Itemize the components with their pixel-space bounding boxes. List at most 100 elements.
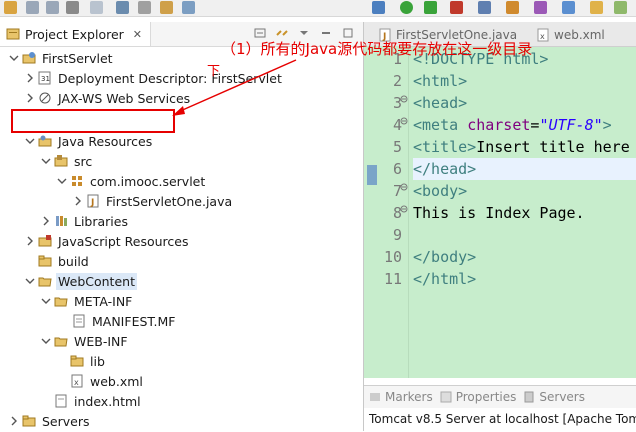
code-token: charset [467, 116, 531, 134]
folder-icon [22, 415, 36, 427]
tree-item-index[interactable]: index.html [54, 391, 143, 411]
code-token: Insert title here [476, 138, 630, 156]
code-line-3[interactable]: <head> [413, 92, 467, 114]
deployment-descriptor-icon: 31 [38, 71, 51, 85]
tab-web-xml[interactable]: x web.xml [530, 25, 611, 45]
search-icon[interactable] [116, 1, 129, 14]
print-icon[interactable] [66, 1, 79, 14]
code-line-6[interactable]: </head> [413, 158, 636, 180]
chevron-right-icon[interactable] [8, 415, 20, 427]
chevron-right-icon[interactable] [24, 235, 36, 247]
code-line-2[interactable]: <html> [413, 70, 467, 92]
tree-item-build[interactable]: build [38, 251, 91, 271]
tree-item-src[interactable]: src [40, 151, 94, 171]
code-token: "UTF-8" [539, 116, 603, 134]
project-explorer-panel: Project Explorer ✕ FirstServlet 31 Deplo… [0, 22, 364, 431]
new-class-icon[interactable] [562, 1, 575, 14]
chevron-down-icon[interactable] [40, 295, 52, 307]
chevron-down-icon[interactable] [40, 335, 52, 347]
chevron-down-icon[interactable] [56, 175, 68, 187]
new-icon[interactable] [4, 1, 17, 14]
save-icon[interactable] [26, 1, 39, 14]
tab-properties[interactable]: Properties [439, 390, 517, 404]
open-type-icon[interactable] [614, 1, 627, 14]
chevron-right-icon[interactable] [24, 92, 36, 104]
tree-item-servers[interactable]: Servers [8, 411, 92, 431]
code-line-8[interactable]: This is Index Page. [413, 202, 585, 224]
code-line-4[interactable]: <meta charset="UTF-8"> [413, 114, 612, 136]
tab-label: Properties [455, 390, 517, 404]
open-icon[interactable] [90, 1, 103, 14]
chevron-down-icon[interactable] [8, 52, 20, 64]
tree-label: web.xml [90, 373, 143, 389]
chevron-down-icon[interactable] [24, 135, 36, 147]
tree-item-webcontent[interactable]: WebContent [24, 271, 137, 291]
toggle-icon[interactable] [138, 1, 151, 14]
code-line-10[interactable]: </body> [413, 246, 476, 268]
tree-label: JavaScript Resources [58, 233, 189, 249]
fold-icon[interactable] [400, 183, 408, 191]
tab-label: Markers [385, 390, 433, 404]
close-icon[interactable]: ✕ [133, 28, 142, 41]
tree-label: Java Resources [58, 133, 153, 149]
main-toolbar [0, 0, 636, 17]
tree-item-webxml[interactable]: x web.xml [70, 371, 145, 391]
tree-item-package[interactable]: com.imooc.servlet [56, 171, 207, 191]
chevron-down-icon[interactable] [40, 155, 52, 167]
code-line-11[interactable]: </html> [413, 268, 476, 290]
tab-label: web.xml [554, 28, 605, 42]
editor-area[interactable]: J FirstServletOne.java x web.xml 1 2 3 4… [364, 22, 636, 378]
fold-icon[interactable] [400, 95, 408, 103]
run-config-icon[interactable] [424, 1, 437, 14]
new-package-icon[interactable] [590, 1, 603, 14]
stop-icon[interactable] [450, 1, 463, 14]
code-line-5[interactable]: <title>Insert title here [413, 136, 630, 158]
tab-project-explorer[interactable]: Project Explorer ✕ [0, 22, 152, 46]
annotation-text-continued: 下 [207, 64, 221, 79]
code-token: > [602, 116, 612, 134]
tree-item-webinf[interactable]: WEB-INF [40, 331, 130, 351]
html-file-icon [55, 394, 67, 408]
new-server-icon[interactable] [506, 1, 519, 14]
tree-label: META-INF [74, 293, 133, 309]
file-icon [73, 314, 85, 328]
code-line-7[interactable]: <body> [413, 180, 467, 202]
chevron-right-icon[interactable] [24, 72, 36, 84]
tab-servers[interactable]: Servers [522, 390, 585, 404]
external-tools-icon[interactable] [478, 1, 491, 14]
chevron-right-icon[interactable] [72, 195, 84, 207]
fold-icon[interactable] [400, 117, 408, 125]
js-resources-icon [38, 235, 52, 247]
tree-item-lib[interactable]: lib [70, 351, 107, 371]
tree-item-libraries[interactable]: Libraries [40, 211, 130, 231]
server-entry[interactable]: Tomcat v8.5 Server at localhost [Apache … [369, 412, 636, 426]
folder-icon [38, 255, 52, 267]
tree-label: build [58, 253, 89, 269]
svg-text:x: x [74, 378, 79, 387]
open-folder-icon [54, 297, 68, 307]
web-project-icon [22, 52, 36, 64]
save-all-icon[interactable] [46, 1, 59, 14]
tree-item-manifest[interactable]: MANIFEST.MF [72, 311, 178, 331]
plugin-icon[interactable] [534, 1, 547, 14]
tree-label: index.html [74, 393, 141, 409]
tree-label: com.imooc.servlet [90, 173, 206, 189]
tab-markers[interactable]: Markers [368, 390, 433, 404]
window-icon[interactable] [182, 1, 195, 14]
run-icon[interactable] [400, 1, 413, 14]
java-file-icon: J [87, 194, 99, 208]
debug-icon[interactable] [372, 1, 385, 14]
tree-item-java-resources[interactable]: Java Resources [24, 131, 154, 151]
chevron-down-icon[interactable] [24, 275, 36, 287]
fold-icon[interactable] [400, 205, 408, 213]
tree-item-java-file[interactable]: J FirstServletOne.java [72, 191, 234, 211]
tree-item-deployment[interactable]: 31 Deployment Descriptor: FirstServlet [24, 68, 284, 88]
tree-item-jaxws[interactable]: JAX-WS Web Services [24, 88, 192, 108]
tree-item-js-resources[interactable]: JavaScript Resources [24, 231, 190, 251]
tree-item-metainf[interactable]: META-INF [40, 291, 134, 311]
chevron-right-icon[interactable] [40, 215, 52, 227]
explorer-title: Project Explorer [25, 26, 124, 42]
build-icon[interactable] [160, 1, 173, 14]
tree-label: WebContent [56, 272, 137, 290]
tree-item-project[interactable]: FirstServlet [8, 48, 115, 68]
